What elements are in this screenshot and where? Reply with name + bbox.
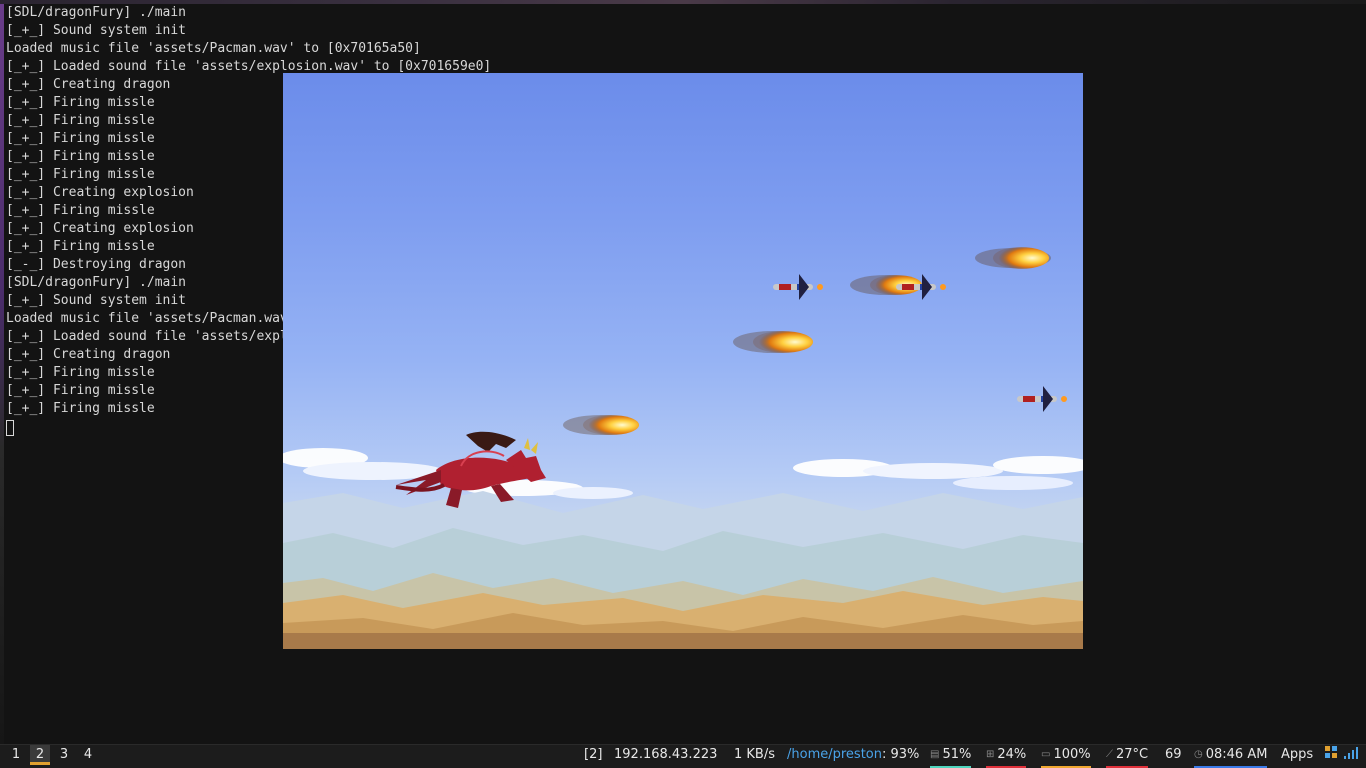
workspace-1[interactable]: 1 bbox=[6, 745, 26, 765]
apps-menu-button[interactable]: Apps bbox=[1281, 745, 1313, 765]
fireball-sprite bbox=[563, 415, 639, 435]
temperature: ⟋ 27°C bbox=[1106, 745, 1149, 768]
network-speed: 1 KB/s bbox=[734, 747, 775, 762]
memory-value: 51% bbox=[942, 747, 972, 762]
thermometer-icon: ⟋ bbox=[1106, 749, 1113, 760]
cpu-value: 24% bbox=[997, 747, 1027, 762]
battery-icon: ▭ bbox=[1041, 749, 1051, 760]
missile-sprite bbox=[773, 274, 823, 300]
battery-value: 100% bbox=[1053, 747, 1091, 762]
memory-icon: ▤ bbox=[930, 749, 940, 760]
disk-path[interactable]: /home/preston bbox=[787, 747, 882, 762]
workspace-2[interactable]: 2 bbox=[30, 745, 50, 765]
terminal-line: [_+_] Sound system init bbox=[6, 23, 187, 38]
battery-status: ▭ 100% bbox=[1041, 745, 1091, 768]
clock-value: 08:46 AM bbox=[1205, 747, 1268, 762]
clock-icon: ◷ bbox=[1194, 749, 1203, 760]
disk-percent: : 93% bbox=[882, 747, 920, 762]
memory-usage: ▤ 51% bbox=[930, 745, 972, 768]
cpu-icon: ⊞ bbox=[986, 749, 995, 760]
ip-address: 192.168.43.223 bbox=[614, 747, 718, 762]
temperature-value: 27°C bbox=[1116, 747, 1149, 762]
layout-icon[interactable] bbox=[1325, 745, 1339, 765]
volume-level[interactable]: 69 bbox=[1165, 745, 1182, 765]
wifi-signal-icon[interactable] bbox=[1344, 745, 1358, 765]
fireball-sprite bbox=[975, 247, 1051, 269]
cpu-usage: ⊞ 24% bbox=[986, 745, 1027, 768]
terminal-cursor bbox=[6, 420, 14, 436]
sdl-game-window[interactable] bbox=[283, 73, 1083, 649]
game-canvas bbox=[283, 247, 1083, 649]
missile-sprite bbox=[1017, 386, 1067, 412]
desktop: [SDL/dragonFury] ./main [_+_] Sound syste… bbox=[0, 0, 1366, 768]
workspace-4[interactable]: 4 bbox=[78, 745, 98, 765]
terminal-line: [SDL/dragonFury] ./main bbox=[6, 5, 187, 20]
fireball-sprite bbox=[733, 331, 813, 353]
clouds bbox=[283, 448, 1083, 499]
ground-strip bbox=[283, 633, 1083, 649]
disk-usage: /home/preston: 93% bbox=[787, 745, 919, 765]
window-count: [2] bbox=[584, 747, 603, 762]
terminal-line: Loaded music file 'assets/Pacman.wav' to… bbox=[6, 41, 421, 56]
status-bar: 1234 [2] 192.168.43.223 1 KB/s /home/pre… bbox=[0, 744, 1366, 768]
workspace-3[interactable]: 3 bbox=[54, 745, 74, 765]
wallpaper-edge bbox=[0, 4, 4, 744]
clock: ◷ 08:46 AM bbox=[1194, 745, 1268, 768]
